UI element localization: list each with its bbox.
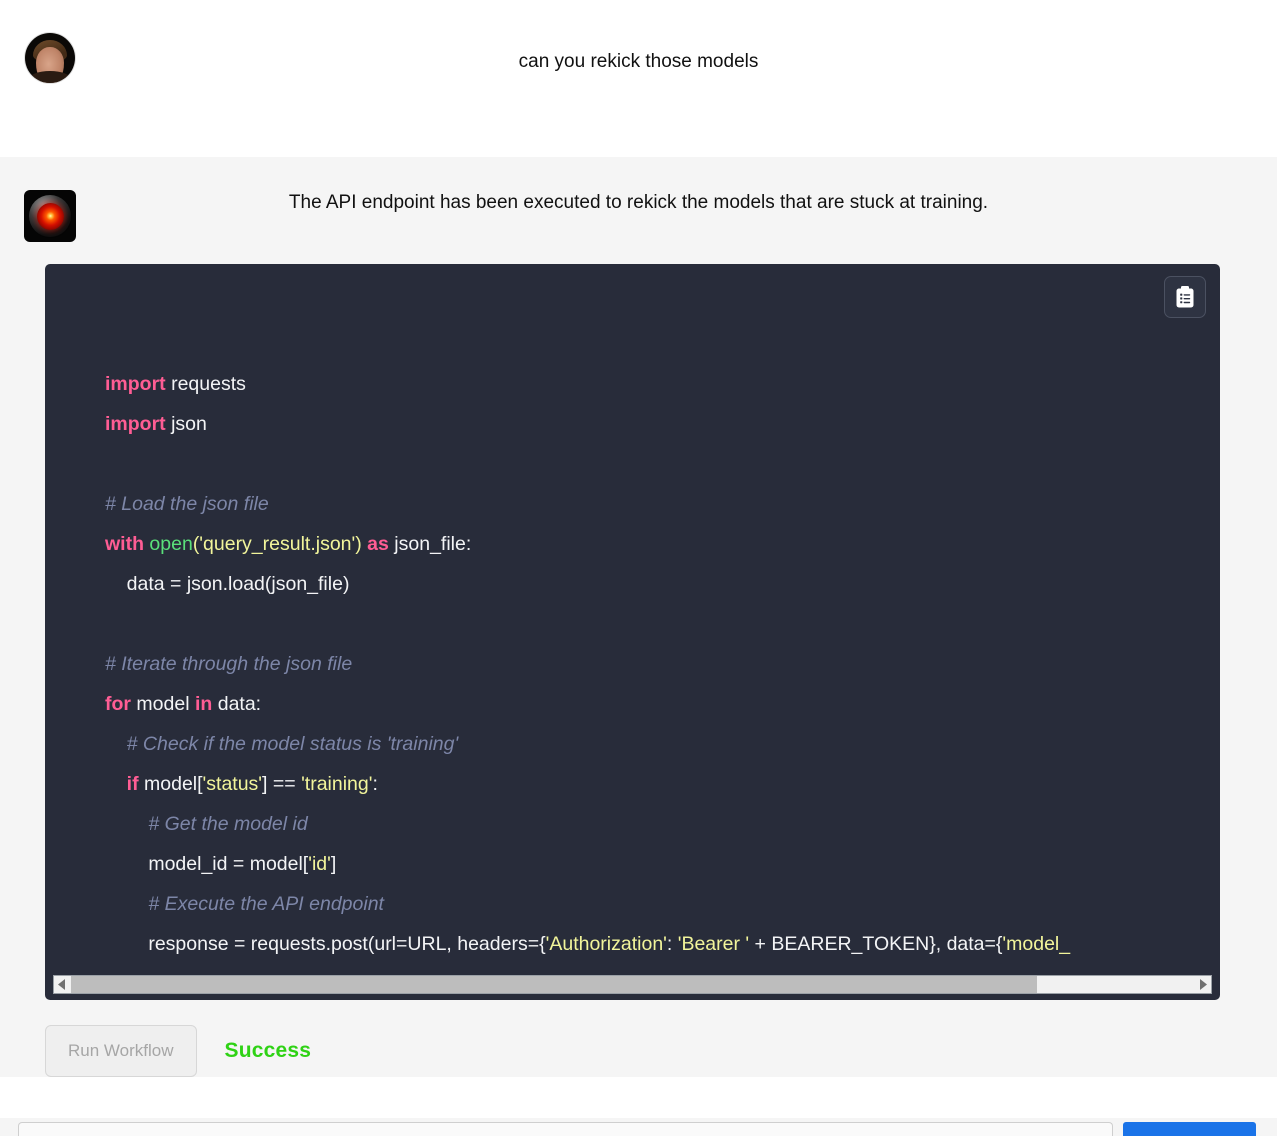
workflow-controls: Run Workflow Success	[45, 1025, 1277, 1077]
send-button[interactable]	[1123, 1122, 1256, 1136]
token-string-modelprefix: 'model_	[1002, 933, 1071, 955]
message-composer	[0, 1118, 1277, 1136]
token-resp-b: :	[666, 933, 678, 955]
token-if-b: ] ==	[262, 773, 302, 795]
token-var-data: data:	[217, 693, 262, 715]
assistant-content: import requests import json # Load the j…	[0, 242, 1277, 1077]
hal-lens	[36, 202, 64, 230]
user-message-text: can you rekick those models	[518, 51, 759, 72]
status-badge: Success	[224, 1039, 312, 1062]
token-keyword-if: if	[126, 773, 139, 795]
token-keyword-with: with	[105, 533, 144, 555]
hal-bezel	[29, 195, 71, 237]
token-keyword-as: as	[367, 533, 389, 555]
scrollbar-thumb[interactable]	[71, 976, 1037, 993]
assistant-avatar-column	[0, 157, 100, 242]
token-keyword-import-2: import	[105, 413, 166, 435]
assistant-message-text: The API endpoint has been executed to re…	[288, 192, 989, 213]
token-module-requests: requests	[171, 373, 246, 395]
scroll-left-arrow-icon[interactable]	[54, 976, 71, 993]
token-string-filename: ('query_result.json')	[192, 533, 362, 555]
token-keyword-import-1: import	[105, 373, 166, 395]
token-resp-a: response = requests.post(url=URL, header…	[105, 933, 546, 955]
token-keyword-in: in	[194, 693, 213, 715]
token-string-training: 'training'	[301, 773, 373, 795]
token-string-status: 'status'	[202, 773, 263, 795]
scrollbar-track[interactable]	[71, 976, 1194, 993]
user-avatar	[25, 33, 75, 83]
assistant-message-body: The API endpoint has been executed to re…	[100, 157, 1277, 217]
hal-avatar	[24, 190, 76, 242]
token-string-bearer: 'Bearer '	[677, 933, 750, 955]
token-module-json: json	[171, 413, 207, 435]
token-comment-check: # Check if the model status is 'training…	[105, 733, 459, 755]
token-comment-iterate: # Iterate through the json file	[105, 653, 353, 675]
assistant-header: The API endpoint has been executed to re…	[0, 157, 1277, 242]
code-scroll-viewport[interactable]: import requests import json # Load the j…	[45, 264, 1220, 974]
code-content: import requests import json # Load the j…	[45, 364, 1220, 964]
token-if-a: model[	[144, 773, 203, 795]
token-modelid-b: ]	[330, 853, 337, 875]
token-string-authorization: 'Authorization'	[545, 933, 667, 955]
token-modelid-a: model_id = model[	[105, 853, 309, 875]
avatar-shoulder	[29, 71, 71, 83]
token-line-dataload: data = json.load(json_file)	[105, 573, 350, 595]
run-workflow-button[interactable]: Run Workflow	[45, 1025, 197, 1077]
horizontal-scrollbar[interactable]	[53, 975, 1212, 994]
token-keyword-for: for	[105, 693, 131, 715]
token-comment-execute: # Execute the API endpoint	[105, 893, 384, 915]
message-input[interactable]	[18, 1122, 1113, 1136]
code-block: import requests import json # Load the j…	[45, 264, 1220, 1000]
token-builtin-open: open	[149, 533, 193, 555]
token-var-jsonfile: json_file:	[394, 533, 472, 555]
token-string-id: 'id'	[308, 853, 331, 875]
user-message-row: can you rekick those models	[0, 0, 1277, 157]
assistant-message-row: The API endpoint has been executed to re…	[0, 157, 1277, 1077]
token-if-c: :	[372, 773, 378, 795]
scroll-right-arrow-icon[interactable]	[1194, 976, 1211, 993]
user-avatar-column	[0, 0, 100, 83]
user-message-body: can you rekick those models	[100, 0, 1277, 76]
token-comment-getid: # Get the model id	[105, 813, 308, 835]
token-comment-load: # Load the json file	[105, 493, 269, 515]
token-resp-c: + BEARER_TOKEN}, data={	[749, 933, 1003, 955]
token-var-model: model	[136, 693, 190, 715]
